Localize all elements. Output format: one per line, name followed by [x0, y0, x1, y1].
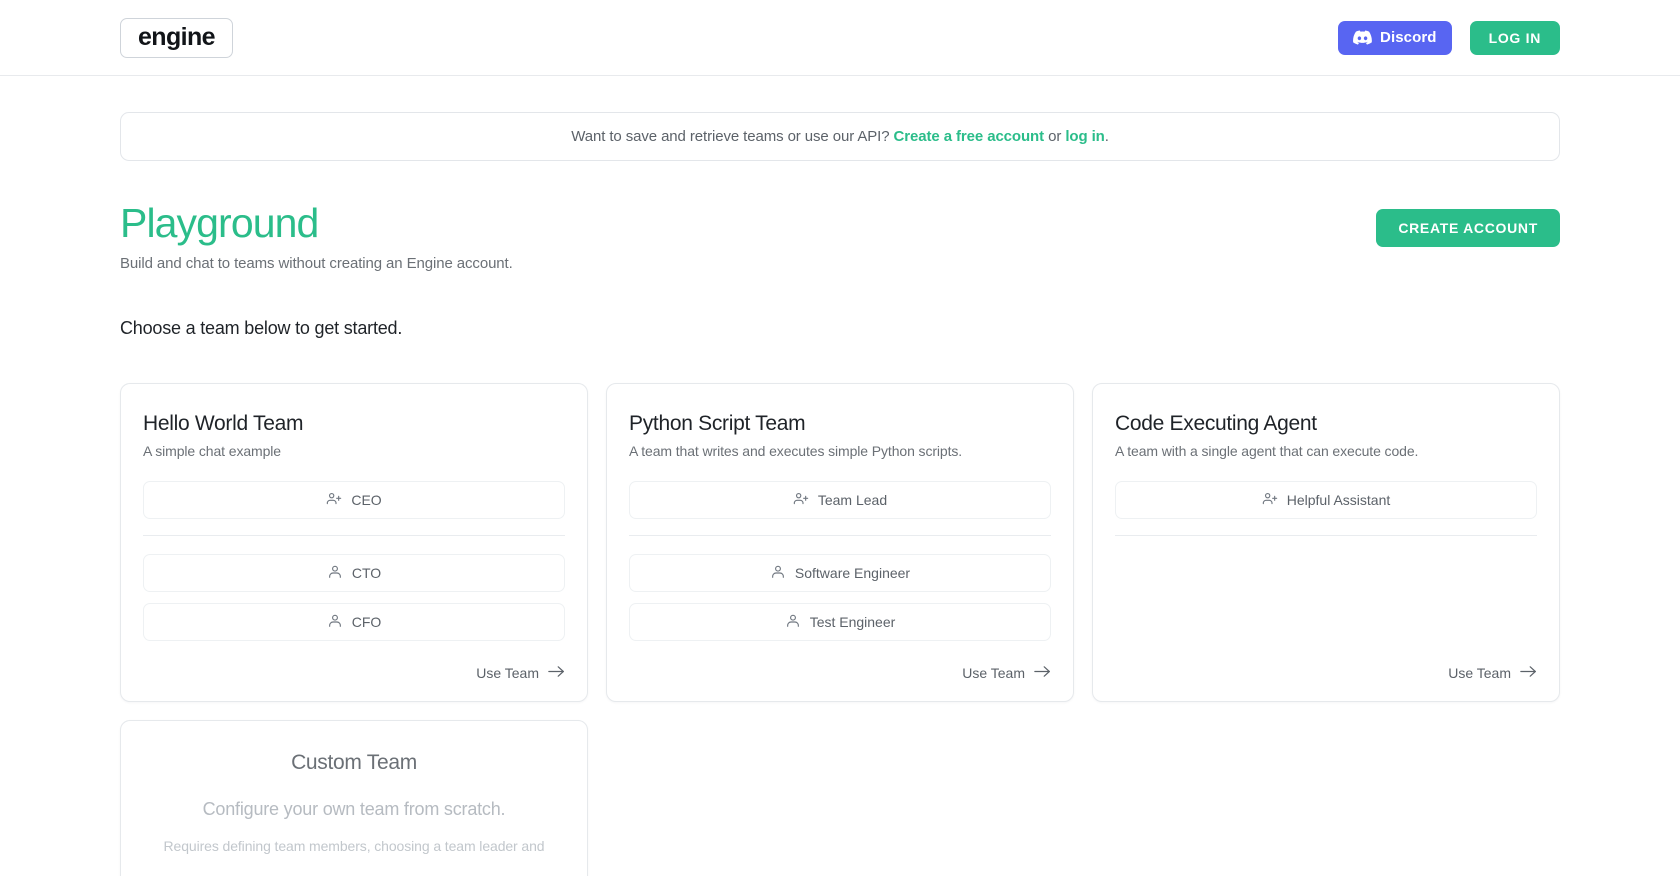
page-subtitle: Build and chat to teams without creating…: [120, 255, 1376, 272]
custom-team-title: Custom Team: [143, 751, 565, 775]
user-icon: [327, 613, 343, 632]
team-member-label: Team Lead: [818, 492, 887, 508]
team-member-label: Software Engineer: [795, 565, 910, 581]
team-member-label: Helpful Assistant: [1287, 492, 1391, 508]
engine-logo[interactable]: engine: [120, 18, 233, 58]
team-member-label: CFO: [352, 614, 382, 630]
team-leader-row[interactable]: Helpful Assistant: [1115, 481, 1537, 519]
team-member-row[interactable]: CFO: [143, 603, 565, 641]
user-plus-icon: [326, 491, 342, 510]
account-notice-banner: Want to save and retrieve teams or use o…: [120, 112, 1560, 161]
team-member-row[interactable]: Test Engineer: [629, 603, 1051, 641]
team-card-description: A simple chat example: [143, 443, 565, 459]
discord-button[interactable]: Discord: [1338, 21, 1452, 55]
team-member-row[interactable]: Software Engineer: [629, 554, 1051, 592]
instruction-text: Choose a team below to get started.: [120, 318, 1560, 339]
team-card-title: Python Script Team: [629, 412, 1051, 436]
team-members: Helpful Assistant: [1115, 481, 1537, 554]
custom-team-card[interactable]: Custom Team Configure your own team from…: [120, 720, 588, 876]
team-card-title: Hello World Team: [143, 412, 565, 436]
team-leader-row[interactable]: Team Lead: [629, 481, 1051, 519]
hero-text-block: Playground Build and chat to teams witho…: [120, 203, 1376, 272]
team-member-label: CTO: [352, 565, 381, 581]
use-team-button[interactable]: Use Team: [476, 665, 565, 681]
team-card-title: Code Executing Agent: [1115, 412, 1537, 436]
app-header: engine Discord LOG IN: [0, 0, 1680, 76]
notice-login-link[interactable]: log in: [1065, 128, 1104, 145]
discord-icon: [1353, 30, 1372, 45]
card-footer: Use Team: [143, 641, 565, 681]
user-icon: [770, 564, 786, 583]
members-divider: [1115, 535, 1537, 536]
custom-team-subtitle: Configure your own team from scratch.: [143, 799, 565, 820]
header-actions: Discord LOG IN: [1338, 21, 1560, 55]
discord-button-label: Discord: [1380, 29, 1437, 46]
hero-row: Playground Build and chat to teams witho…: [120, 203, 1560, 272]
card-footer: Use Team: [629, 641, 1051, 681]
custom-team-note: Requires defining team members, choosing…: [143, 836, 565, 857]
team-members: CEO CTO CFO: [143, 481, 565, 641]
arrow-right-icon: [548, 665, 565, 681]
login-button[interactable]: LOG IN: [1470, 21, 1560, 55]
use-team-label: Use Team: [962, 665, 1025, 681]
team-member-row[interactable]: CTO: [143, 554, 565, 592]
use-team-button[interactable]: Use Team: [962, 665, 1051, 681]
notice-period: .: [1105, 128, 1109, 145]
members-divider: [629, 535, 1051, 536]
use-team-label: Use Team: [1448, 665, 1511, 681]
notice-text: Want to save and retrieve teams or use o…: [571, 128, 889, 145]
team-member-label: CEO: [351, 492, 381, 508]
page-content: Want to save and retrieve teams or use o…: [0, 112, 1680, 876]
team-card-description: A team that writes and executes simple P…: [629, 443, 1051, 459]
team-leader-row[interactable]: CEO: [143, 481, 565, 519]
use-team-button[interactable]: Use Team: [1448, 665, 1537, 681]
use-team-label: Use Team: [476, 665, 539, 681]
user-icon: [327, 564, 343, 583]
team-card-code-executing-agent[interactable]: Code Executing Agent A team with a singl…: [1092, 383, 1560, 702]
page-title: Playground: [120, 203, 1376, 244]
create-free-account-link[interactable]: Create a free account: [894, 128, 1044, 145]
notice-separator: or: [1048, 128, 1061, 145]
user-icon: [785, 613, 801, 632]
user-plus-icon: [793, 491, 809, 510]
user-plus-icon: [1262, 491, 1278, 510]
arrow-right-icon: [1034, 665, 1051, 681]
team-card-grid: Hello World Team A simple chat example C…: [120, 383, 1560, 876]
team-card-hello-world[interactable]: Hello World Team A simple chat example C…: [120, 383, 588, 702]
create-account-button[interactable]: CREATE ACCOUNT: [1376, 209, 1560, 247]
card-footer: Use Team: [1115, 631, 1537, 681]
team-members: Team Lead Software Engineer Test Enginee…: [629, 481, 1051, 641]
arrow-right-icon: [1520, 665, 1537, 681]
members-divider: [143, 535, 565, 536]
team-card-python-script[interactable]: Python Script Team A team that writes an…: [606, 383, 1074, 702]
team-member-label: Test Engineer: [810, 614, 896, 630]
team-card-description: A team with a single agent that can exec…: [1115, 443, 1537, 459]
